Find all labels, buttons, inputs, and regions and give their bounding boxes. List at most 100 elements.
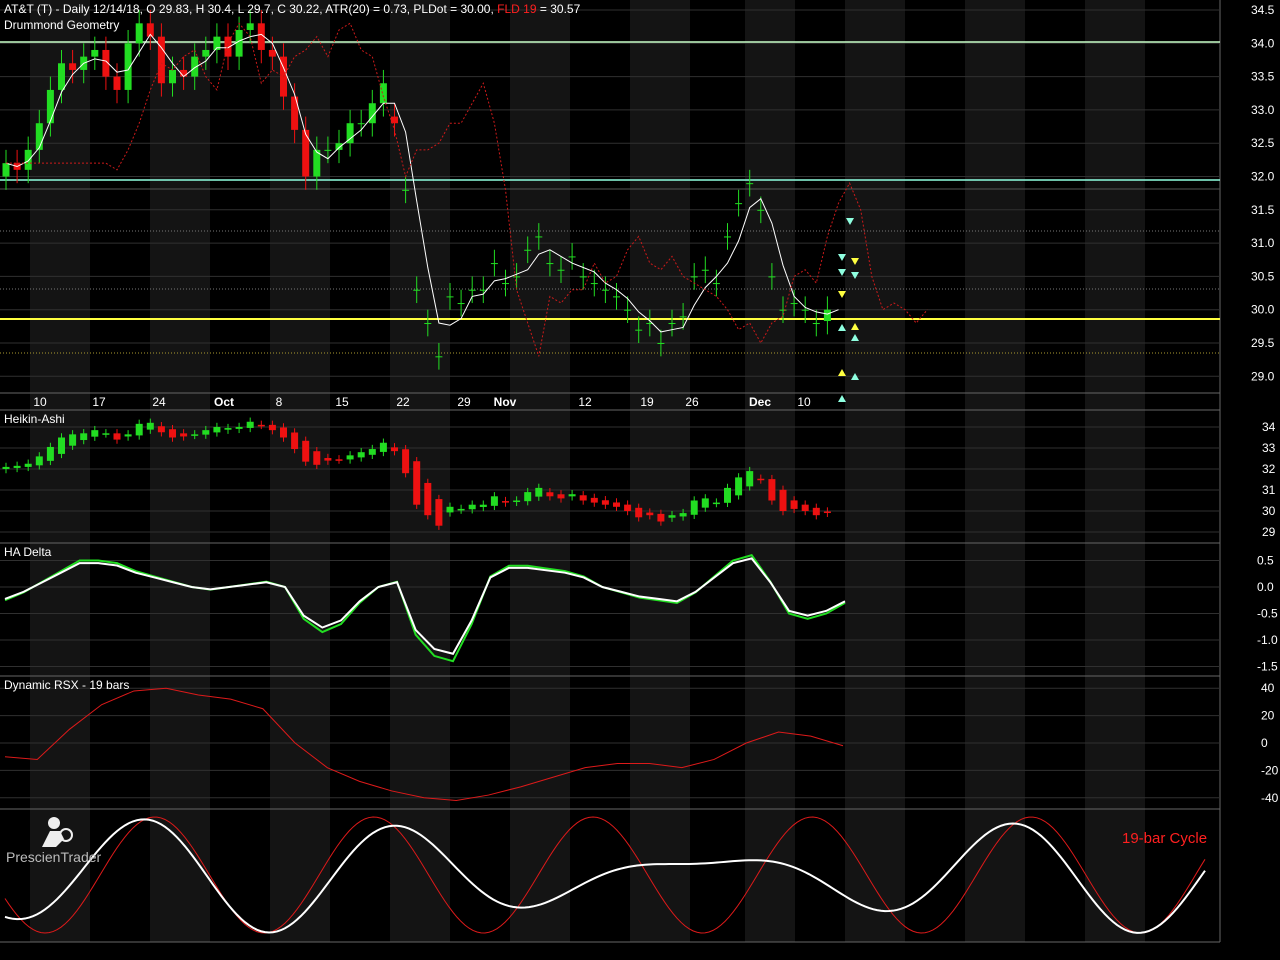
candle-body (679, 316, 687, 318)
ha-body (679, 513, 687, 517)
candle-body (812, 323, 820, 325)
ha-body (224, 428, 232, 430)
candle-body (424, 323, 432, 325)
ha-body (590, 497, 598, 503)
time-band (510, 0, 570, 942)
ha-body (357, 452, 365, 458)
price-tick-label: 33.0 (1251, 103, 1275, 117)
x-tick-label: 10 (33, 395, 47, 409)
delta-tick-label: -0.5 (1257, 607, 1278, 621)
ha-body (379, 442, 387, 452)
ha-body (202, 430, 210, 435)
ha-body (524, 492, 532, 502)
ha-body (613, 502, 620, 507)
rsx-tick-label: -20 (1261, 763, 1279, 777)
panel-title-delta: HA Delta (4, 545, 52, 559)
ha-body (2, 466, 10, 469)
price-tick-label: 31.0 (1251, 236, 1275, 250)
price-tick-label: 31.5 (1251, 203, 1275, 217)
ha-body (823, 511, 831, 514)
x-tick-label: 15 (335, 395, 349, 409)
candle-body (724, 236, 731, 238)
candle-body (202, 49, 210, 57)
candle-body (502, 283, 509, 285)
ha-body (424, 482, 432, 516)
x-tick-label: 29 (457, 395, 471, 409)
candle-body (335, 143, 343, 150)
ha-body (58, 437, 65, 454)
ha-body (601, 500, 609, 505)
time-band (965, 0, 1025, 942)
delta-tick-label: 0.5 (1257, 554, 1274, 568)
ha-tick-label: 29 (1262, 525, 1276, 539)
ha-body (246, 421, 254, 428)
ha-body (646, 512, 654, 516)
ha-body (91, 430, 99, 437)
ha-body (668, 515, 676, 518)
logo-text: PrescienTrader (6, 849, 102, 865)
time-band (1085, 0, 1145, 942)
candle-body (524, 249, 532, 251)
ha-tick-label: 30 (1262, 504, 1276, 518)
candle-body (768, 276, 776, 278)
ha-body (468, 504, 476, 510)
candle-body (324, 149, 332, 151)
ha-body (557, 494, 565, 499)
ha-body (324, 458, 332, 461)
x-tick-label: Dec (749, 395, 771, 409)
sell-signal-arrow (838, 269, 846, 276)
header-fld-label: FLD 19 (497, 2, 537, 16)
ha-body (479, 504, 487, 507)
ha-body (146, 422, 154, 430)
candle-body (546, 263, 554, 265)
candle-body (357, 123, 365, 125)
price-tick-label: 34.0 (1251, 36, 1275, 50)
candle-body (457, 303, 465, 305)
ha-body (490, 496, 498, 506)
ha-body (402, 449, 410, 474)
ha-body (435, 499, 443, 526)
candle-body (58, 63, 65, 90)
sell-signal-arrow (838, 291, 846, 298)
candle-body (446, 296, 454, 298)
buy-signal-arrow (838, 324, 846, 331)
price-tick-label: 30.5 (1251, 269, 1275, 283)
candle-body (746, 183, 754, 185)
candle-body (668, 323, 676, 325)
candle-body (24, 149, 32, 170)
ha-body (368, 449, 376, 455)
header-fld-value: = 30.57 (539, 2, 581, 16)
candle-body (413, 289, 421, 291)
ha-body (69, 434, 77, 446)
candle-body (779, 309, 787, 311)
candle-body (790, 303, 798, 305)
candle-body (513, 276, 521, 278)
candle-body (712, 283, 720, 285)
rsx-tick-label: 20 (1261, 709, 1275, 723)
ha-tick-label: 34 (1262, 420, 1276, 434)
candle-body (35, 123, 43, 150)
ha-body (701, 498, 709, 508)
ha-body (291, 432, 299, 450)
x-tick-label: 19 (640, 395, 654, 409)
candle-body (701, 269, 709, 271)
x-tick-label: 26 (685, 395, 699, 409)
cycle-label: 19-bar Cycle (1122, 830, 1208, 847)
ha-body (113, 433, 121, 440)
x-tick-label: 22 (396, 395, 410, 409)
x-tick-label: 12 (578, 395, 592, 409)
candle-body (568, 256, 576, 258)
time-bands (30, 0, 1145, 942)
time-band (270, 0, 330, 942)
candle-body (135, 23, 143, 44)
buy-signal-arrow (838, 369, 846, 376)
candle-body (302, 129, 310, 177)
delta-tick-label: -1.5 (1257, 660, 1278, 674)
ha-body (102, 433, 110, 435)
ha-body (568, 494, 576, 497)
candle-body (379, 83, 387, 104)
ha-body (790, 500, 798, 509)
ha-body (446, 506, 454, 513)
ha-tick-label: 31 (1262, 483, 1276, 497)
ha-body (191, 434, 199, 436)
